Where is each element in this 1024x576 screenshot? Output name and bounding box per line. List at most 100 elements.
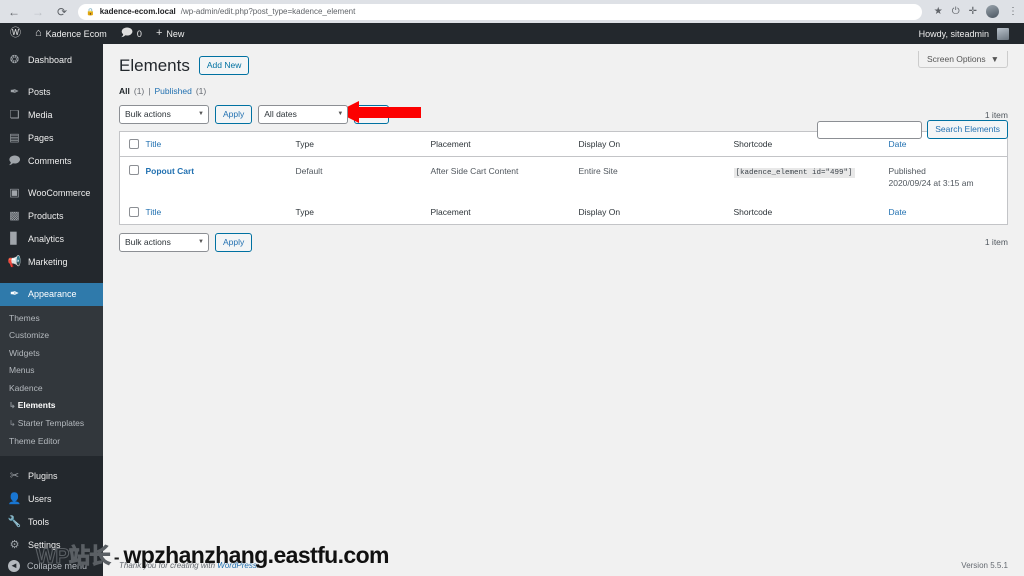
column-header-type: Type (295, 131, 431, 158)
address-bar[interactable]: 🔒 kadence-ecom.local/wp-admin/edit.php?p… (78, 3, 922, 20)
bookmark-star-icon[interactable]: ★ (934, 6, 943, 17)
cell-type: Default (295, 166, 323, 177)
new-content-menu[interactable]: + New (149, 23, 191, 44)
wp-admin-bar: Ⓦ ⌂ Kadence Ecom 🗩 0 + New Howdy, sitead… (0, 23, 1024, 44)
sidebar-item-label: Comments (28, 156, 72, 166)
row-checkbox[interactable] (129, 165, 139, 176)
table-row: Popout Cart Default After Side Cart Cont… (120, 157, 1008, 200)
screen-options-label: Screen Options (926, 54, 986, 64)
wp-logo-menu[interactable]: Ⓦ (8, 23, 28, 44)
sidebar-item-label: Appearance (28, 289, 77, 299)
site-name-label: Kadence Ecom (45, 28, 107, 39)
row-select-cell (120, 157, 146, 200)
search-form: Search Elements (817, 120, 1008, 140)
sidebar-item-settings[interactable]: ⚙ Settings (0, 534, 103, 557)
sidebar-item-comments[interactable]: 🗩 Comments (0, 150, 103, 173)
collapse-menu-label: Collapse menu (27, 561, 88, 571)
submenu-item-menus[interactable]: Menus (0, 362, 103, 379)
sort-date-link[interactable]: Date (889, 139, 907, 149)
sort-title-link-footer[interactable]: Title (146, 207, 162, 217)
column-header-title: Title (145, 131, 296, 158)
comments-count: 0 (136, 28, 142, 39)
profile-avatar[interactable] (986, 5, 999, 18)
select-all-checkbox-footer[interactable] (129, 206, 139, 217)
comments-bubble[interactable]: 🗩 0 (114, 23, 149, 44)
menu-separator (0, 456, 103, 465)
menu-separator (0, 274, 103, 283)
view-all-link[interactable]: All (119, 86, 130, 96)
date-filter-select[interactable]: All dates ▼ (258, 105, 349, 125)
sidebar-item-appearance[interactable]: ✒ Appearance (0, 283, 104, 306)
item-count-top: 1 item (984, 109, 1008, 120)
sidebar-item-media[interactable]: ❏ Media (0, 104, 103, 127)
apply-button-top[interactable]: Apply (215, 105, 253, 125)
back-arrow-icon[interactable]: ← (6, 4, 22, 20)
tablenav-bottom: Bulk actions ▼ Apply 1 item (119, 232, 1008, 252)
url-host: kadence-ecom.local (99, 7, 176, 16)
cell-display-on: Entire Site (578, 166, 618, 177)
submenu-item-themes[interactable]: Themes (0, 310, 103, 327)
column-footer-placement: Placement (430, 199, 579, 225)
extensions-puzzle-icon[interactable]: ✛ (969, 6, 977, 17)
megaphone-icon: 📢 (7, 256, 22, 268)
column-footer-display-on: Display On (578, 199, 734, 225)
bulk-actions-select-bottom[interactable]: Bulk actions ▼ (119, 232, 209, 252)
wordpress-link[interactable]: WordPress (217, 561, 257, 570)
howdy-label: Howdy, siteadmin (918, 28, 989, 39)
sidebar-item-pages[interactable]: ▤ Pages (0, 127, 103, 150)
menu-separator (0, 72, 103, 81)
page-header: Elements Add New (119, 44, 1008, 76)
date-status: Published (888, 166, 926, 177)
column-header-display-on: Display On (578, 131, 734, 158)
sidebar-item-label: WooCommerce (28, 188, 91, 198)
site-name-menu[interactable]: ⌂ Kadence Ecom (28, 23, 114, 44)
sidebar-item-label: Marketing (28, 257, 68, 267)
search-elements-button[interactable]: Search Elements (927, 120, 1008, 140)
main-content: Screen Options ▼ Elements Add New All (1… (103, 44, 1024, 576)
plus-icon: + (155, 27, 163, 39)
paintbrush-icon: ✒ (9, 288, 20, 300)
my-account-menu[interactable]: Howdy, siteadmin (912, 23, 1016, 44)
forward-arrow-icon[interactable]: → (30, 4, 46, 20)
sidebar-item-posts[interactable]: ✒ Posts (0, 81, 103, 104)
bulk-actions-select-top[interactable]: Bulk actions ▼ (119, 105, 209, 125)
sidebar-item-tools[interactable]: 🔧 Tools (0, 511, 103, 534)
elements-table: Title Type Placement Display On Shortcod… (119, 131, 1008, 225)
sort-title-link[interactable]: Title (146, 139, 162, 149)
chevron-down-icon: ▼ (337, 111, 344, 118)
nested-arrow-icon: ↳ (9, 401, 16, 411)
sidebar-item-users[interactable]: 👤 Users (0, 488, 103, 511)
power-icon[interactable]: ⏻ (952, 6, 960, 17)
collapse-menu-button[interactable]: ◄ Collapse menu (0, 560, 103, 572)
submenu-item-label: Elements (17, 400, 56, 411)
browser-menu-icon[interactable]: ⋮ (1008, 6, 1018, 17)
add-new-button[interactable]: Add New (198, 56, 250, 76)
sort-date-link-footer[interactable]: Date (889, 207, 907, 217)
sidebar-item-analytics[interactable]: ▊ Analytics (0, 228, 103, 251)
sidebar-item-plugins[interactable]: ✂ Plugins (0, 465, 103, 488)
submenu-item-customize[interactable]: Customize (0, 327, 103, 344)
submenu-item-theme-editor[interactable]: Theme Editor (0, 433, 103, 450)
sidebar-item-dashboard[interactable]: ❂ Dashboard (0, 49, 103, 72)
search-input[interactable] (817, 120, 923, 139)
screen-options-toggle[interactable]: Screen Options ▼ (917, 51, 1008, 68)
submenu-item-kadence[interactable]: Kadence (0, 380, 103, 397)
sidebar-item-label: Media (28, 110, 53, 120)
element-title-link[interactable]: Popout Cart (146, 166, 195, 176)
submenu-item-widgets[interactable]: Widgets (0, 345, 103, 362)
view-published-link[interactable]: Published (154, 86, 191, 96)
reload-icon[interactable]: ⟳ (54, 4, 70, 20)
apply-button-bottom[interactable]: Apply (215, 232, 253, 252)
select-all-checkbox[interactable] (129, 139, 139, 150)
shortcode-value[interactable]: [kadence_element id="499"] (733, 168, 855, 179)
sidebar-item-woocommerce[interactable]: ▣ WooCommerce (0, 182, 103, 205)
url-path: /wp-admin/edit.php?post_type=kadence_ele… (180, 7, 356, 16)
submenu-item-starter-templates[interactable]: ↳ Starter Templates (0, 415, 103, 433)
woocommerce-icon: ▣ (9, 187, 20, 199)
submenu-item-elements[interactable]: ↳ Elements (0, 397, 103, 415)
sidebar-item-products[interactable]: ▩ Products (0, 205, 103, 228)
sidebar-item-marketing[interactable]: 📢 Marketing (0, 251, 103, 274)
avatar (997, 27, 1009, 40)
sidebar-item-label: Users (28, 494, 52, 505)
select-all-footer (119, 199, 146, 225)
